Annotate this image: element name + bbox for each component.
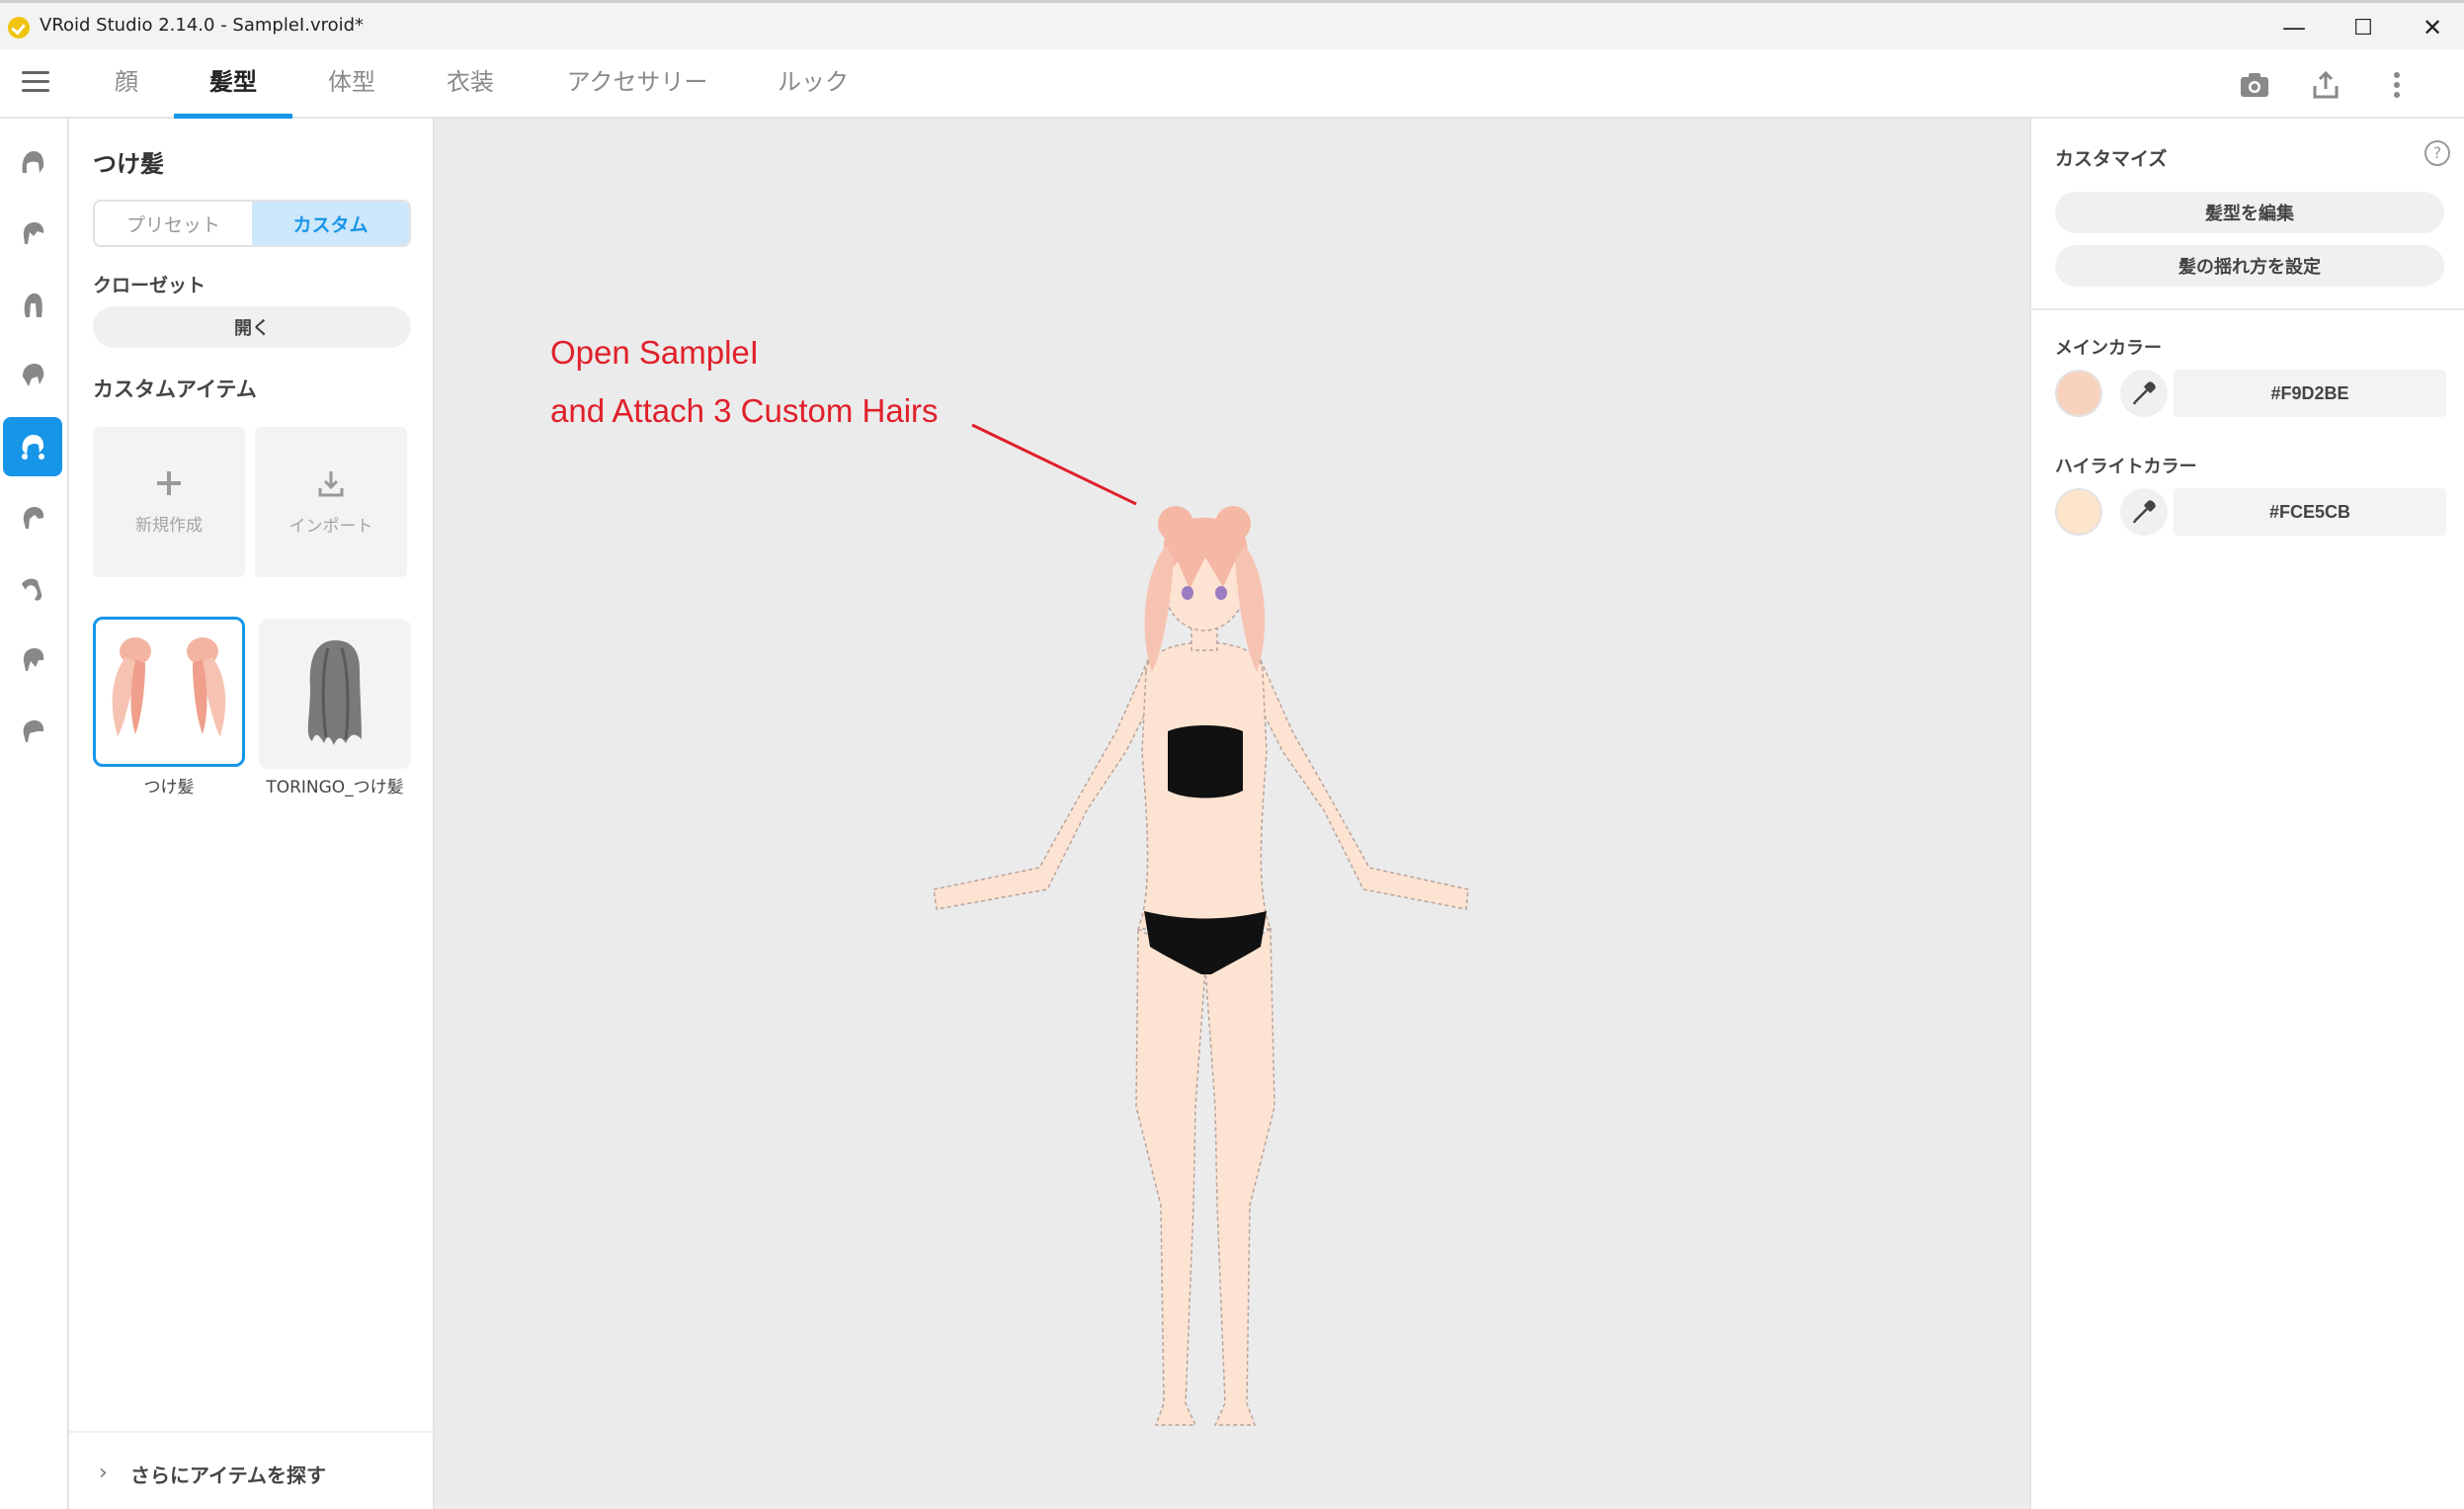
item-thumbnail-toringo-hair[interactable] xyxy=(259,619,411,769)
pink-twin-tails-thumbnail xyxy=(112,637,226,736)
top-menu-bar: 顔 髪型 体型 衣装 アクセサリー ルック xyxy=(0,49,2464,119)
rail-front-hair-icon[interactable] xyxy=(3,204,62,263)
rail-hair-other-icon[interactable] xyxy=(3,702,62,761)
item-thumbnail-attached-hair[interactable] xyxy=(93,617,245,767)
import-item-tile[interactable]: インポート xyxy=(255,427,407,577)
tab-look[interactable]: ルック xyxy=(777,49,850,119)
highlight-color-label: ハイライトカラー xyxy=(2055,457,2197,477)
tab-face[interactable]: 顔 xyxy=(109,49,144,119)
eyedropper-icon[interactable] xyxy=(2120,370,2168,417)
help-icon[interactable]: ? xyxy=(2424,140,2450,166)
open-closet-button[interactable]: 開く xyxy=(93,306,411,348)
highlight-color-hex-field[interactable]: #FCE5CB xyxy=(2174,488,2446,536)
rail-base-hair-icon[interactable] xyxy=(3,132,62,192)
closet-label: クローゼット xyxy=(93,275,206,296)
item-caption: TORINGO_つけ髪 xyxy=(266,778,404,797)
tab-outfit[interactable]: 衣装 xyxy=(445,49,496,119)
main-color-swatch[interactable] xyxy=(2055,370,2102,417)
avatar-model xyxy=(933,506,1469,1426)
eyedropper-icon[interactable] xyxy=(2120,488,2168,536)
find-more-items-label: さらにアイテムを探す xyxy=(130,1464,326,1487)
highlight-color-swatch[interactable] xyxy=(2055,488,2102,536)
hair-category-rail xyxy=(0,119,69,1509)
rail-attached-hair-icon[interactable] xyxy=(3,417,62,476)
window-title: VRoid Studio 2.14.0 - SampleI.vroid* xyxy=(40,15,365,36)
more-options-icon[interactable] xyxy=(2379,67,2415,103)
rail-ahoge-icon[interactable] xyxy=(3,488,62,547)
custom-tab[interactable]: カスタム xyxy=(252,202,409,245)
hair-items-panel: つけ髪 プリセット カスタム クローゼット 開く カスタムアイテム 新規作成 イ… xyxy=(69,119,435,1509)
export-icon[interactable] xyxy=(2308,67,2343,103)
customize-panel: カスタマイズ ? 髪型を編集 髪の揺れ方を設定 メインカラー #F9D2BE ハ… xyxy=(2029,119,2464,1509)
3d-viewport[interactable]: Open SampleI and Attach 3 Custom Hairs xyxy=(435,119,2029,1509)
rail-hair-strand-icon[interactable] xyxy=(3,630,62,690)
main-color-label: メインカラー xyxy=(2055,338,2162,359)
customize-title: カスタマイズ xyxy=(2055,148,2168,170)
plus-icon xyxy=(157,470,181,495)
maximize-button[interactable]: ☐ xyxy=(2334,9,2393,46)
find-more-items[interactable]: › さらにアイテムを探す xyxy=(69,1431,435,1509)
import-item-label: インポート xyxy=(288,516,373,537)
hair-sway-settings-button[interactable]: 髪の揺れ方を設定 xyxy=(2055,245,2444,287)
rail-tail-hair-icon[interactable] xyxy=(3,559,62,619)
hamburger-menu-icon[interactable] xyxy=(22,71,49,95)
new-item-tile[interactable]: 新規作成 xyxy=(93,427,245,577)
minimize-button[interactable]: — xyxy=(2264,9,2324,46)
preset-custom-toggle: プリセット カスタム xyxy=(93,200,411,247)
tab-hairstyle[interactable]: 髪型 xyxy=(174,49,292,119)
camera-icon[interactable] xyxy=(2237,67,2272,103)
main-color-hex-field[interactable]: #F9D2BE xyxy=(2174,370,2446,417)
panel-title: つけ髪 xyxy=(93,150,164,178)
gray-long-hair-thumbnail xyxy=(307,640,362,745)
new-item-label: 新規作成 xyxy=(135,515,203,536)
close-button[interactable]: ✕ xyxy=(2403,9,2462,46)
rail-side-hair-icon[interactable] xyxy=(3,346,62,405)
edit-hairstyle-button[interactable]: 髪型を編集 xyxy=(2055,192,2444,233)
rail-back-hair-icon[interactable] xyxy=(3,275,62,334)
divider xyxy=(2031,308,2464,310)
vroid-logo-icon xyxy=(8,17,30,39)
title-bar: VRoid Studio 2.14.0 - SampleI.vroid* — ☐… xyxy=(0,0,2464,49)
preset-tab[interactable]: プリセット xyxy=(95,202,252,245)
item-caption: つけ髪 xyxy=(143,778,195,797)
tab-body[interactable]: 体型 xyxy=(326,49,377,119)
custom-items-label: カスタムアイテム xyxy=(93,377,257,401)
tab-accessory[interactable]: アクセサリー xyxy=(563,49,711,119)
download-icon xyxy=(318,470,344,496)
chevron-right-icon: › xyxy=(99,1461,108,1485)
